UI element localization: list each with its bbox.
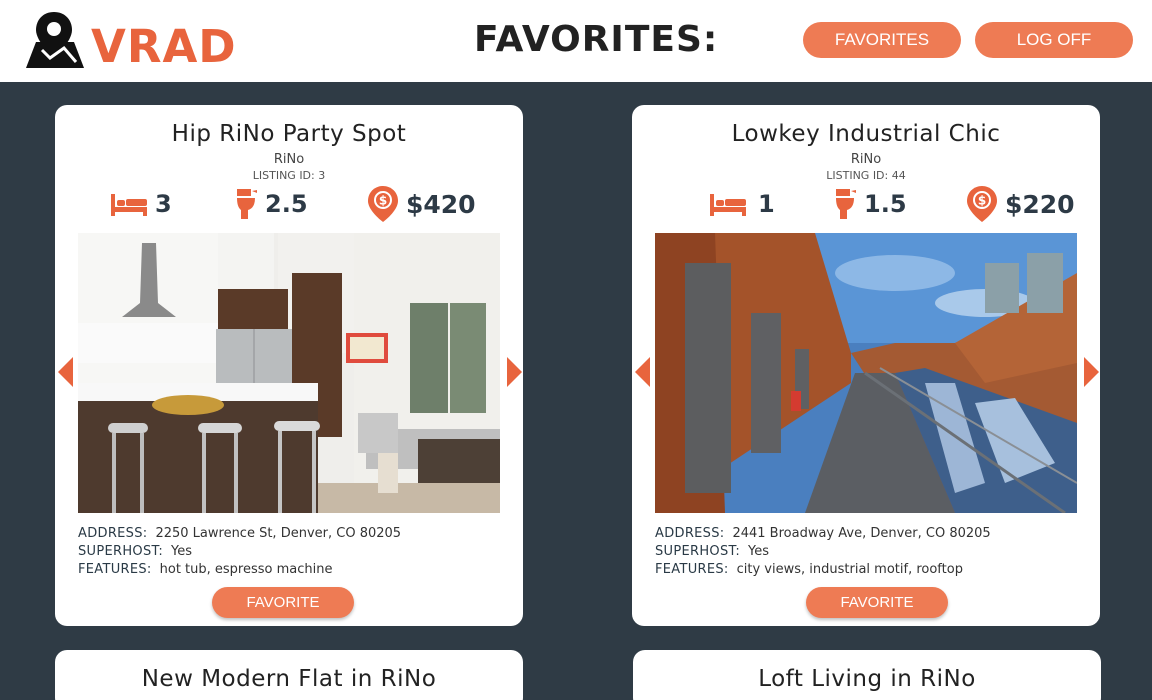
baths-stat: 2.5 <box>237 187 308 221</box>
brand-name: VRAD <box>91 20 237 73</box>
superhost-row: SUPERHOST: Yes <box>655 544 769 559</box>
listing-title: Loft Living in RiNo <box>758 666 976 692</box>
svg-text:$: $ <box>379 194 387 208</box>
toilet-icon <box>237 189 257 219</box>
beds-stat: 1 <box>710 187 775 221</box>
price-value: $420 <box>406 189 476 219</box>
features-value: hot tub, espresso machine <box>159 562 333 577</box>
address-value: 2250 Lawrence St, Denver, CO 80205 <box>155 526 402 541</box>
listing-photo <box>78 233 500 513</box>
toilet-icon <box>836 189 856 219</box>
log-off-button[interactable]: LOG OFF <box>975 22 1133 58</box>
bed-icon <box>710 194 746 216</box>
superhost-row: SUPERHOST: Yes <box>78 544 192 559</box>
previous-photo-arrow[interactable] <box>635 357 650 387</box>
features-row: FEATURES: city views, industrial motif, r… <box>655 562 963 577</box>
listing-card: Hip RiNo Party Spot RiNo LISTING ID: 3 3… <box>55 105 523 626</box>
bed-icon <box>111 194 147 216</box>
app-header: VRAD FAVORITES: FAVORITES LOG OFF <box>0 0 1152 82</box>
superhost-value: Yes <box>748 544 770 559</box>
favorites-nav-button[interactable]: FAVORITES <box>803 22 961 58</box>
superhost-label: SUPERHOST: <box>78 544 164 559</box>
listing-title: Lowkey Industrial Chic <box>731 121 1001 147</box>
superhost-value: Yes <box>171 544 193 559</box>
listing-neighborhood: RiNo <box>273 152 305 167</box>
features-row: FEATURES: hot tub, espresso machine <box>78 562 332 577</box>
listing-neighborhood: RiNo <box>850 152 882 167</box>
superhost-label: SUPERHOST: <box>655 544 741 559</box>
listing-card: New Modern Flat in RiNo <box>55 650 523 700</box>
price-stat: $ $220 <box>967 186 1075 222</box>
listing-id: LISTING ID: 44 <box>826 169 906 182</box>
listing-card: Loft Living in RiNo <box>633 650 1101 700</box>
beds-stat: 3 <box>111 187 172 221</box>
price-pin-icon: $ <box>368 186 398 222</box>
price-pin-icon: $ <box>967 186 997 222</box>
listing-photo <box>655 233 1077 513</box>
address-row: ADDRESS: 2250 Lawrence St, Denver, CO 802… <box>78 526 401 541</box>
listing-title: Hip RiNo Party Spot <box>171 121 407 147</box>
svg-text:$: $ <box>978 194 986 208</box>
favorite-button[interactable]: FAVORITE <box>212 587 354 618</box>
beds-value: 1 <box>758 190 775 218</box>
favorite-button[interactable]: FAVORITE <box>806 587 948 618</box>
listing-id: LISTING ID: 3 <box>252 169 326 182</box>
address-value: 2441 Broadway Ave, Denver, CO 80205 <box>732 526 991 541</box>
features-label: FEATURES: <box>78 562 152 577</box>
map-pin-logo-icon <box>26 12 84 68</box>
listing-title: New Modern Flat in RiNo <box>141 666 437 692</box>
address-label: ADDRESS: <box>78 526 148 541</box>
price-stat: $ $420 <box>368 186 476 222</box>
page-title: FAVORITES: <box>474 19 719 60</box>
next-photo-arrow[interactable] <box>1084 357 1099 387</box>
next-photo-arrow[interactable] <box>507 357 522 387</box>
price-value: $220 <box>1005 189 1075 219</box>
baths-value: 2.5 <box>265 190 308 218</box>
previous-photo-arrow[interactable] <box>58 357 73 387</box>
address-label: ADDRESS: <box>655 526 725 541</box>
features-value: city views, industrial motif, rooftop <box>736 562 963 577</box>
features-label: FEATURES: <box>655 562 729 577</box>
address-row: ADDRESS: 2441 Broadway Ave, Denver, CO 80… <box>655 526 991 541</box>
beds-value: 3 <box>155 190 172 218</box>
listing-card: Lowkey Industrial Chic RiNo LISTING ID: … <box>632 105 1100 626</box>
industrial-balcony-photo <box>655 233 1077 513</box>
baths-value: 1.5 <box>864 190 907 218</box>
baths-stat: 1.5 <box>836 187 907 221</box>
kitchen-living-room-photo <box>78 233 500 513</box>
